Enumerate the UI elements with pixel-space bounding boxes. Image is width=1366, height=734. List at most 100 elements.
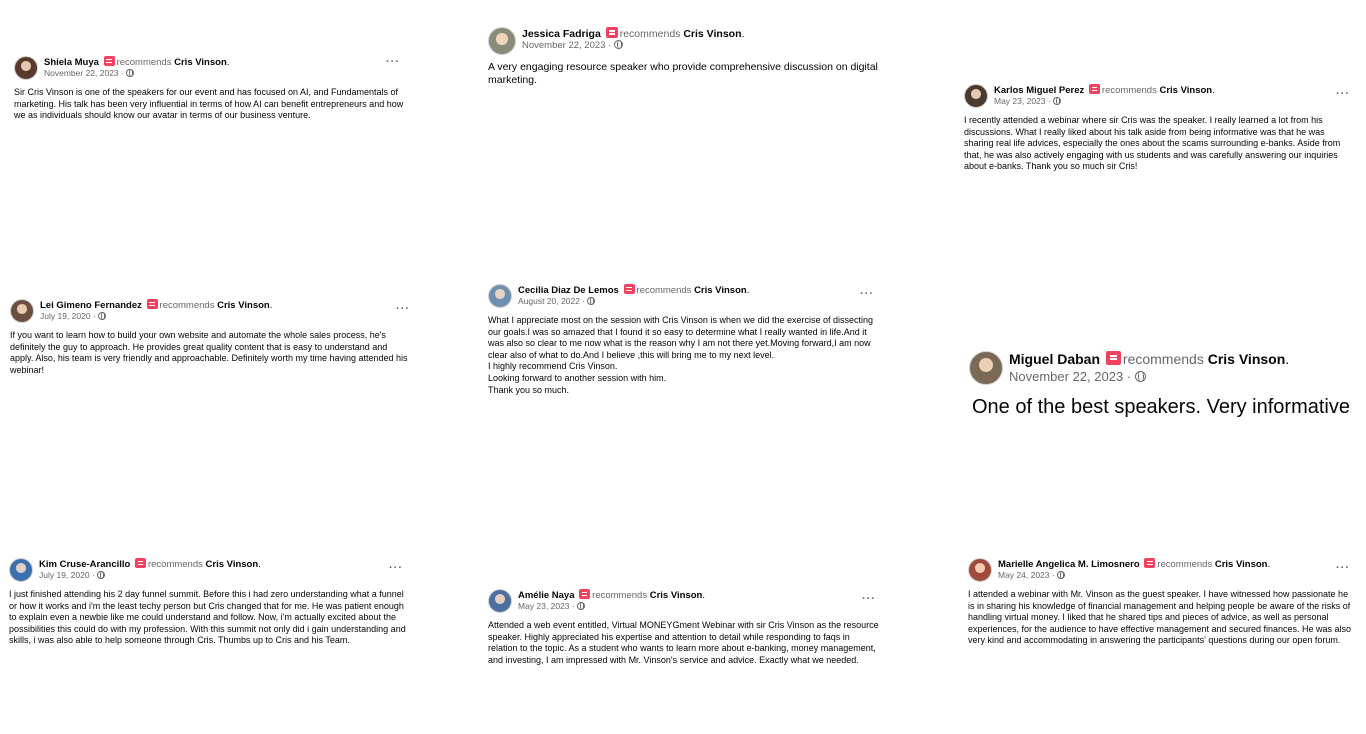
reviewer-name[interactable]: Miguel Daban xyxy=(1009,351,1100,367)
recommended-page-name[interactable]: Cris Vinson xyxy=(650,590,703,601)
recommends-label: recommends xyxy=(619,28,681,40)
review-text: Attended a web event entitled, Virtual M… xyxy=(488,620,879,665)
recommend-icon xyxy=(1088,84,1100,94)
avatar[interactable] xyxy=(488,589,512,613)
review-date[interactable]: November 22, 2023 xyxy=(522,40,605,51)
globe-icon xyxy=(98,311,107,320)
avatar[interactable] xyxy=(10,299,34,323)
review-card: Cecilia Diaz De Lemos recommends Cris Vi… xyxy=(488,284,880,396)
recommend-icon xyxy=(134,558,146,568)
separator: · xyxy=(90,310,99,321)
review-card: Kim Cruse-Arancillo recommends Cris Vins… xyxy=(9,558,409,647)
separator: · xyxy=(1049,569,1058,580)
recommends-label: recommends xyxy=(1157,559,1213,570)
recommends-label: recommends xyxy=(159,300,215,311)
review-card: Lei Gimeno Fernandez recommends Cris Vin… xyxy=(10,299,410,376)
globe-icon xyxy=(587,296,596,305)
period: . xyxy=(741,28,745,40)
recommends-label: recommends xyxy=(592,590,648,601)
recommended-page-name[interactable]: Cris Vinson xyxy=(217,300,270,311)
reviewer-name[interactable]: Karlos Miguel Perez xyxy=(994,85,1084,96)
recommend-icon xyxy=(605,27,618,38)
avatar[interactable] xyxy=(9,558,33,582)
review-text: Sir Cris Vinson is one of the speakers f… xyxy=(14,87,404,121)
review-text: A very engaging resource speaker who pro… xyxy=(488,61,878,86)
review-date[interactable]: July 19, 2020 xyxy=(40,311,91,321)
review-date[interactable]: May 24, 2023 xyxy=(998,570,1050,580)
review-text: I recently attended a webinar where sir … xyxy=(964,115,1341,172)
globe-icon xyxy=(126,68,135,77)
globe-icon xyxy=(613,40,623,50)
recommended-page-name[interactable]: Cris Vinson xyxy=(206,559,259,570)
review-date[interactable]: August 20, 2022 xyxy=(518,296,580,306)
review-card: Amélie Naya recommends Cris Vinson. May … xyxy=(488,589,880,666)
globe-icon xyxy=(1134,370,1146,382)
separator: · xyxy=(1123,368,1135,384)
review-text: What I appreciate most on the session wi… xyxy=(488,315,874,395)
review-date[interactable]: November 22, 2023 xyxy=(1009,369,1123,384)
review-text: I attended a webinar with Mr. Vinson as … xyxy=(968,589,1352,646)
avatar[interactable] xyxy=(488,284,512,308)
recommended-page-name[interactable]: Cris Vinson xyxy=(1215,559,1268,570)
recommended-page-name[interactable]: Cris Vinson xyxy=(174,57,227,68)
recommended-page-name[interactable]: Cris Vinson xyxy=(694,285,747,296)
separator: · xyxy=(1045,95,1054,106)
more-options-icon[interactable]: ··· xyxy=(1336,562,1350,574)
globe-icon xyxy=(97,570,106,579)
reviewer-name[interactable]: Jessica Fadriga xyxy=(522,28,601,40)
recommends-label: recommends xyxy=(116,57,172,68)
more-options-icon[interactable]: ··· xyxy=(386,56,400,68)
review-date[interactable]: November 22, 2023 xyxy=(44,68,119,78)
separator: · xyxy=(118,67,127,78)
recommend-icon xyxy=(623,284,635,294)
recommend-icon xyxy=(146,299,158,309)
recommend-icon xyxy=(103,56,115,66)
avatar[interactable] xyxy=(14,56,38,80)
reviewer-name[interactable]: Amélie Naya xyxy=(518,590,575,601)
review-card: Karlos Miguel Perez recommends Cris Vins… xyxy=(964,84,1354,173)
reviewer-name[interactable]: Shiela Muya xyxy=(44,57,99,68)
avatar[interactable] xyxy=(964,84,988,108)
avatar[interactable] xyxy=(969,351,1003,385)
period: . xyxy=(269,300,273,311)
review-card: Shiela Muya recommends Cris Vinson. Nove… xyxy=(14,56,406,122)
reviewer-name[interactable]: Cecilia Diaz De Lemos xyxy=(518,285,619,296)
period: . xyxy=(702,590,705,601)
avatar[interactable] xyxy=(968,558,992,582)
more-options-icon[interactable]: ··· xyxy=(862,593,876,605)
review-date[interactable]: May 23, 2023 xyxy=(994,96,1046,106)
reviewer-name[interactable]: Lei Gimeno Fernandez xyxy=(40,300,142,311)
review-date[interactable]: July 19, 2020 xyxy=(39,570,90,580)
recommend-icon xyxy=(1144,558,1156,568)
period: . xyxy=(1267,559,1271,570)
separator: · xyxy=(89,569,98,580)
recommends-label: recommends xyxy=(1122,351,1204,367)
period: . xyxy=(1285,351,1290,367)
review-card: Marielle Angelica M. Limosnero recommend… xyxy=(968,558,1354,647)
more-options-icon[interactable]: ··· xyxy=(389,562,403,574)
period: . xyxy=(226,57,230,68)
review-date[interactable]: May 23, 2023 xyxy=(518,601,570,611)
recommend-icon xyxy=(579,589,591,599)
more-options-icon[interactable]: ··· xyxy=(1336,88,1350,100)
more-options-icon[interactable]: ··· xyxy=(396,303,410,315)
reviewer-name[interactable]: Kim Cruse-Arancillo xyxy=(39,559,130,570)
recommended-page-name[interactable]: Cris Vinson xyxy=(1208,351,1286,367)
separator: · xyxy=(605,40,614,52)
period: . xyxy=(1212,85,1215,96)
avatar[interactable] xyxy=(488,27,516,55)
period: . xyxy=(746,285,750,296)
review-text: If you want to learn how to build your o… xyxy=(10,330,408,375)
review-card: Jessica Fadriga recommends Cris Vinson. … xyxy=(488,27,880,87)
separator: · xyxy=(569,600,578,611)
globe-icon xyxy=(577,601,586,610)
reviewer-name[interactable]: Marielle Angelica M. Limosnero xyxy=(998,559,1140,570)
globe-icon xyxy=(1053,96,1062,105)
more-options-icon[interactable]: ··· xyxy=(860,288,874,300)
review-text: One of the best speakers. Very informati… xyxy=(972,396,1350,418)
recommended-page-name[interactable]: Cris Vinson xyxy=(683,28,741,40)
review-text: I just finished attending his 2 day funn… xyxy=(9,589,406,646)
globe-icon xyxy=(1057,570,1066,579)
period: . xyxy=(258,559,261,570)
recommended-page-name[interactable]: Cris Vinson xyxy=(1159,85,1212,96)
